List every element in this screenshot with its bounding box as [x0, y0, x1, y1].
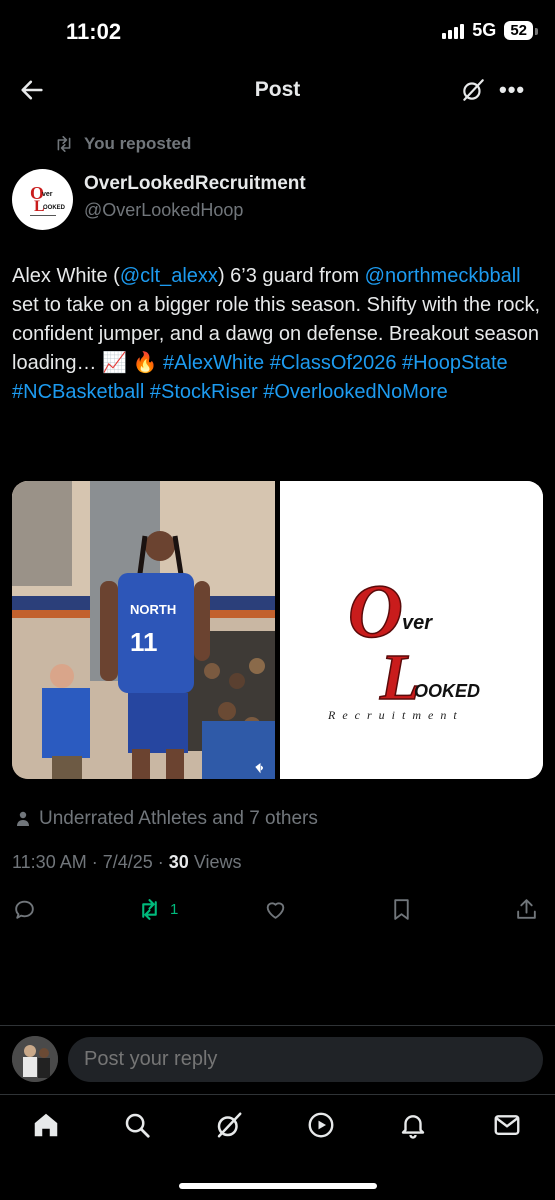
repost-indicator: You reposted — [54, 134, 191, 154]
author-name[interactable]: OverLookedRecruitment — [84, 173, 306, 195]
grok-icon[interactable] — [460, 77, 486, 103]
post-text-segment: ) 6’3 guard from — [217, 265, 365, 287]
logo-letter-l: L — [379, 641, 420, 714]
hashtag-link[interactable]: #ClassOf2026 — [270, 352, 397, 374]
divider — [0, 1094, 555, 1095]
retweet-button[interactable]: 1 — [137, 896, 178, 922]
post-text: Alex White (@clt_alexx) 6’3 guard from @… — [12, 262, 542, 407]
divider — [0, 1025, 555, 1026]
grok-icon[interactable] — [214, 1110, 244, 1140]
hashtag-link[interactable]: #HoopState — [402, 352, 508, 374]
bookmark-icon — [394, 898, 409, 920]
notifications-icon[interactable] — [398, 1110, 428, 1140]
post-time: 11:30 AM — [12, 852, 87, 872]
reply-input[interactable] — [68, 1037, 543, 1082]
author-handle[interactable]: @OverLookedHoop — [84, 200, 243, 221]
post-text-segment: Alex White ( — [12, 265, 120, 287]
retweet-count: 1 — [170, 900, 179, 918]
mention-link[interactable]: @northmeckbball — [365, 265, 521, 287]
logo-tagline: Recruitment — [327, 708, 464, 722]
heart-icon — [266, 901, 285, 919]
logo-word-ver: ver — [402, 612, 433, 634]
retweet-icon — [142, 898, 157, 920]
more-options-icon[interactable]: ••• — [499, 79, 525, 101]
post-date: 7/4/25 — [102, 852, 153, 872]
battery-icon: 52 — [504, 21, 538, 40]
user-avatar[interactable] — [12, 1036, 58, 1082]
views-label: Views — [193, 852, 242, 872]
reply-button[interactable] — [12, 896, 37, 922]
jersey-number: 11 — [130, 627, 158, 657]
search-icon[interactable] — [122, 1110, 152, 1140]
hashtag-link[interactable]: #NCBasketball — [12, 381, 144, 403]
liked-by[interactable]: Underrated Athletes and 7 others — [16, 808, 318, 830]
media-photo-player[interactable]: NORTH 11 — [12, 481, 275, 779]
share-icon — [517, 898, 536, 919]
hashtag-link[interactable]: #AlexWhite — [163, 352, 264, 374]
home-icon[interactable] — [31, 1110, 61, 1140]
media-logo[interactable]: O ver L OOKED Recruitment — [280, 481, 543, 779]
status-indicators: 5G 52 — [442, 20, 538, 41]
post-meta: 11:30 AM · 7/4/25 · 30 Views — [12, 852, 242, 872]
hashtag-link[interactable]: #OverlookedNoMore — [263, 381, 448, 403]
messages-icon[interactable] — [492, 1110, 522, 1140]
bookmark-button[interactable] — [389, 896, 414, 922]
signal-icon — [442, 23, 465, 39]
hashtag-link[interactable]: #StockRiser — [150, 381, 258, 403]
network-label: 5G — [472, 20, 497, 40]
liked-by-text: Underrated Athletes and 7 others — [39, 808, 318, 829]
logo-word-ooked: OOKED — [414, 681, 480, 701]
home-indicator — [179, 1183, 377, 1189]
like-button[interactable] — [263, 896, 288, 922]
reply-icon — [15, 900, 34, 919]
status-time: 11:02 — [66, 19, 122, 44]
person-icon — [17, 811, 29, 826]
svg-text:ver: ver — [42, 191, 53, 198]
views-count: 30 — [168, 852, 189, 872]
mention-link[interactable]: @clt_alexx — [120, 265, 218, 287]
repost-icon — [57, 136, 71, 152]
share-button[interactable] — [514, 896, 539, 922]
repost-label: You reposted — [84, 134, 192, 153]
author-avatar[interactable]: O ver L OOKED — [12, 169, 73, 230]
jersey-text: NORTH — [130, 602, 176, 617]
video-icon[interactable] — [306, 1110, 336, 1140]
svg-text:OOKED: OOKED — [43, 205, 66, 211]
